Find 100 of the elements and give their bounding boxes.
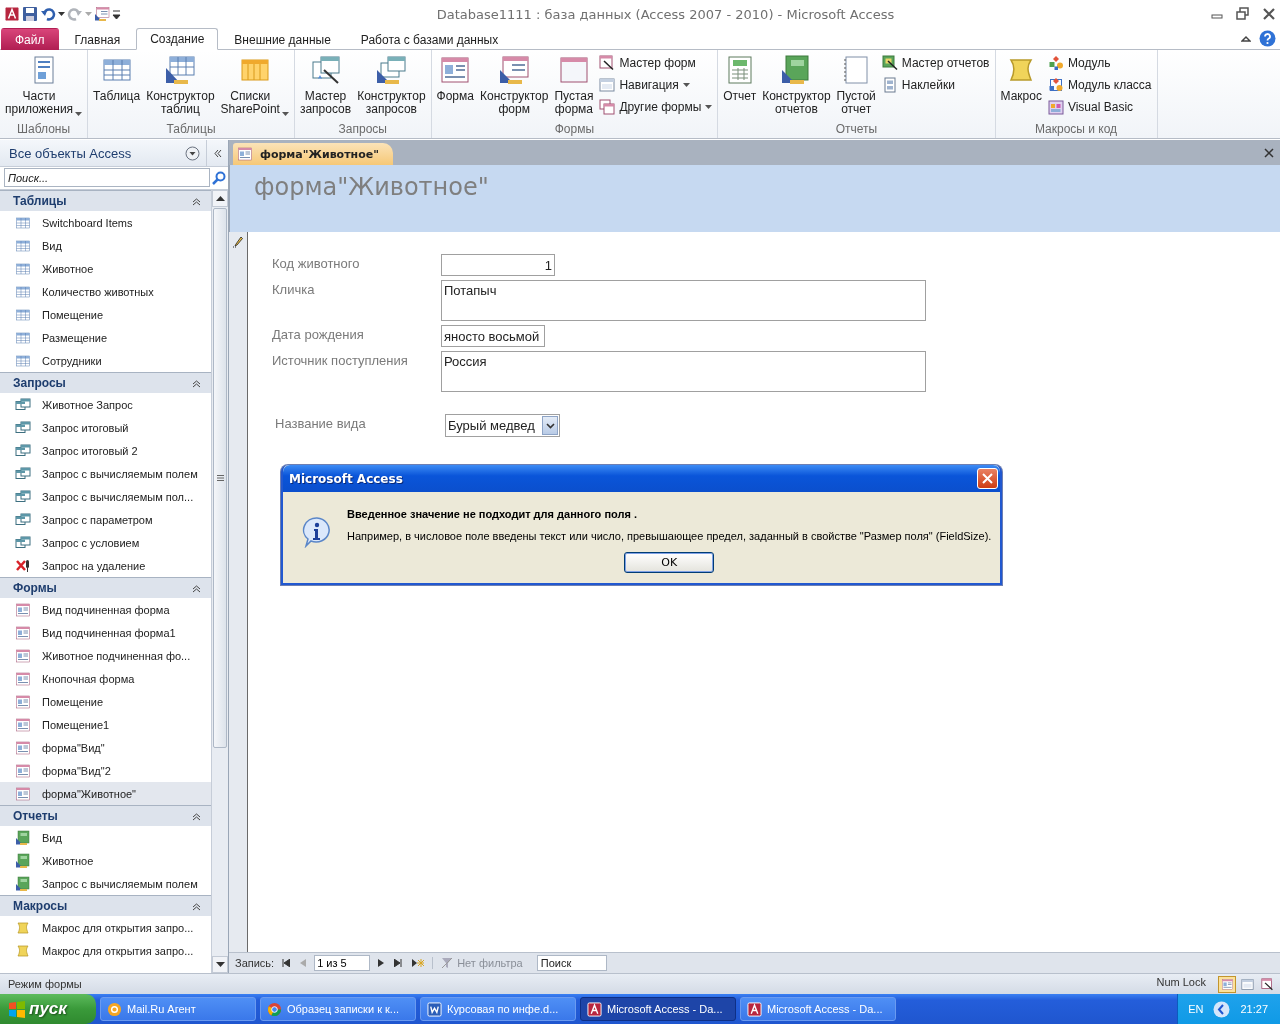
clock: 21:27 <box>1240 1003 1268 1015</box>
ribbon-tab[interactable]: Создание <box>136 28 219 50</box>
form-view-button[interactable] <box>1218 975 1236 993</box>
input-field[interactable]: Потапыч <box>441 280 926 321</box>
collapse-icon <box>192 811 201 821</box>
collapse-ribbon-icon[interactable] <box>1241 34 1251 43</box>
field-label: Название вида <box>274 415 367 431</box>
input-field[interactable]: Россия <box>441 351 926 392</box>
input-field[interactable]: 1 <box>441 254 555 276</box>
search-field[interactable]: Поиск <box>536 955 607 971</box>
ribbon-button[interactable]: Отчет <box>721 52 759 105</box>
group-label: Отчеты <box>834 122 879 138</box>
grip-icon <box>216 475 224 481</box>
group-label: Шаблоны <box>16 122 72 138</box>
ok-button[interactable]: OK <box>624 552 715 573</box>
form-icon <box>15 624 31 641</box>
scrollbar[interactable] <box>211 190 228 973</box>
ribbon-button[interactable]: Visual Basic <box>1045 97 1154 117</box>
form-design-icon[interactable] <box>94 6 110 22</box>
query-icon <box>15 488 31 505</box>
form-icon <box>15 670 31 687</box>
search-icon[interactable] <box>212 170 226 185</box>
ribbon-button[interactable]: Наклейки <box>879 75 992 95</box>
design-view-button[interactable] <box>1258 975 1276 993</box>
ribbon-button[interactable]: Мастер запросов <box>297 52 354 118</box>
ribbon-button[interactable]: Списки SharePoint <box>218 52 291 118</box>
class-module-icon <box>1047 77 1064 93</box>
ribbon-button[interactable]: Конструктор запросов <box>355 52 428 118</box>
form-icon <box>15 601 31 618</box>
ribbon-button[interactable]: Мастер отчетов <box>879 53 992 73</box>
search-field[interactable]: Поиск... <box>4 168 210 187</box>
report-wizard-icon <box>881 55 898 71</box>
chevrons-left-icon <box>213 148 222 158</box>
record-selector[interactable] <box>229 232 248 952</box>
taskbar-button[interactable]: Microsoft Access - Da... <box>740 997 896 1021</box>
ribbon-tab[interactable]: Работа с базами данных <box>346 28 513 50</box>
window-title: Database1111 : база данных (Access 2007 - 2010) - Microsoft Access <box>435 6 896 22</box>
scroll-icon <box>15 942 31 959</box>
ribbon-button[interactable]: Другие формы <box>597 97 715 117</box>
collapse-icon <box>192 196 201 206</box>
undo-icon[interactable] <box>40 6 56 22</box>
close-icon[interactable] <box>1264 147 1274 158</box>
nav-group-header[interactable]: Таблицы <box>0 190 211 211</box>
ribbon-button[interactable]: Конструктор таблиц <box>144 52 217 118</box>
customize-icon[interactable] <box>112 8 121 20</box>
table-icon <box>15 306 31 323</box>
database-app-icon <box>747 1001 762 1017</box>
query-icon <box>15 396 31 413</box>
record-position-field[interactable]: 1 из 5 <box>314 955 371 971</box>
first-record-button[interactable] <box>280 959 293 967</box>
ribbon-button[interactable]: Модуль <box>1045 53 1154 73</box>
ribbon-button[interactable]: Таблица <box>91 52 143 105</box>
ribbon-button[interactable]: Части приложения <box>3 52 85 118</box>
document-app-icon <box>427 1001 442 1017</box>
nav-group-header[interactable]: Формы <box>0 577 211 598</box>
stacked-forms-icon <box>599 99 616 115</box>
label-icon <box>881 77 898 93</box>
group-label: Формы <box>553 122 596 138</box>
restore-icon[interactable] <box>1236 7 1250 21</box>
ribbon-tab[interactable]: Главная <box>60 28 135 50</box>
document-tab[interactable]: форма"Животное" <box>233 143 393 165</box>
taskbar-button[interactable]: Microsoft Access - Da... <box>580 997 736 1021</box>
form-wizard-icon <box>599 55 616 71</box>
taskbar-button[interactable]: Образец записки к к... <box>260 997 416 1021</box>
ribbon-button[interactable]: Навигация <box>597 75 715 95</box>
last-record-button[interactable] <box>392 959 405 967</box>
at-sign-icon <box>107 1001 122 1017</box>
new-record-button[interactable] <box>410 959 427 967</box>
ribbon-button[interactable]: Конструктор форм <box>477 52 551 118</box>
help-icon[interactable] <box>1259 30 1276 47</box>
table-design-icon <box>164 54 197 86</box>
ribbon-button[interactable]: Пустая форма <box>552 52 596 118</box>
ribbon-button[interactable]: Модуль класса <box>1045 75 1154 95</box>
taskbar-button[interactable]: Mail.Ru Агент <box>100 997 256 1021</box>
start-button[interactable]: пуск <box>0 994 96 1024</box>
ribbon-button[interactable]: Макрос <box>998 52 1044 105</box>
nav-item[interactable]: форма"Животное" <box>0 782 211 805</box>
ribbon-tab[interactable]: Файл <box>1 28 59 50</box>
chevron-down-icon[interactable] <box>545 422 555 429</box>
group-label: Макросы и код <box>1033 122 1119 138</box>
close-icon[interactable] <box>1262 7 1276 21</box>
ribbon-tab[interactable]: Внешние данные <box>220 28 345 50</box>
ribbon-button[interactable]: Конструктор отчетов <box>760 52 833 118</box>
status-text: Режим формы <box>8 978 82 990</box>
ribbon-button[interactable]: Мастер форм <box>597 53 715 73</box>
nav-group-header[interactable]: Макросы <box>0 895 211 916</box>
nav-group-header[interactable]: Запросы <box>0 372 211 393</box>
nav-group-header[interactable]: Отчеты <box>0 805 211 826</box>
taskbar-button[interactable]: Курсовая по инфе.d... <box>420 997 576 1021</box>
close-button[interactable] <box>977 468 998 489</box>
scroll-up-icon[interactable] <box>215 196 225 201</box>
scroll-down-icon[interactable] <box>215 962 225 967</box>
caret-icon <box>85 12 92 16</box>
form-icon <box>237 146 253 162</box>
form-icon <box>15 716 31 733</box>
input-field[interactable]: яносто восьмой <box>441 325 545 347</box>
save-icon[interactable] <box>22 6 38 22</box>
ribbon-button[interactable]: Форма <box>434 52 476 105</box>
ribbon-button[interactable]: Пустой отчет <box>834 52 878 118</box>
combo-box[interactable]: Бурый медвед <box>445 414 560 437</box>
